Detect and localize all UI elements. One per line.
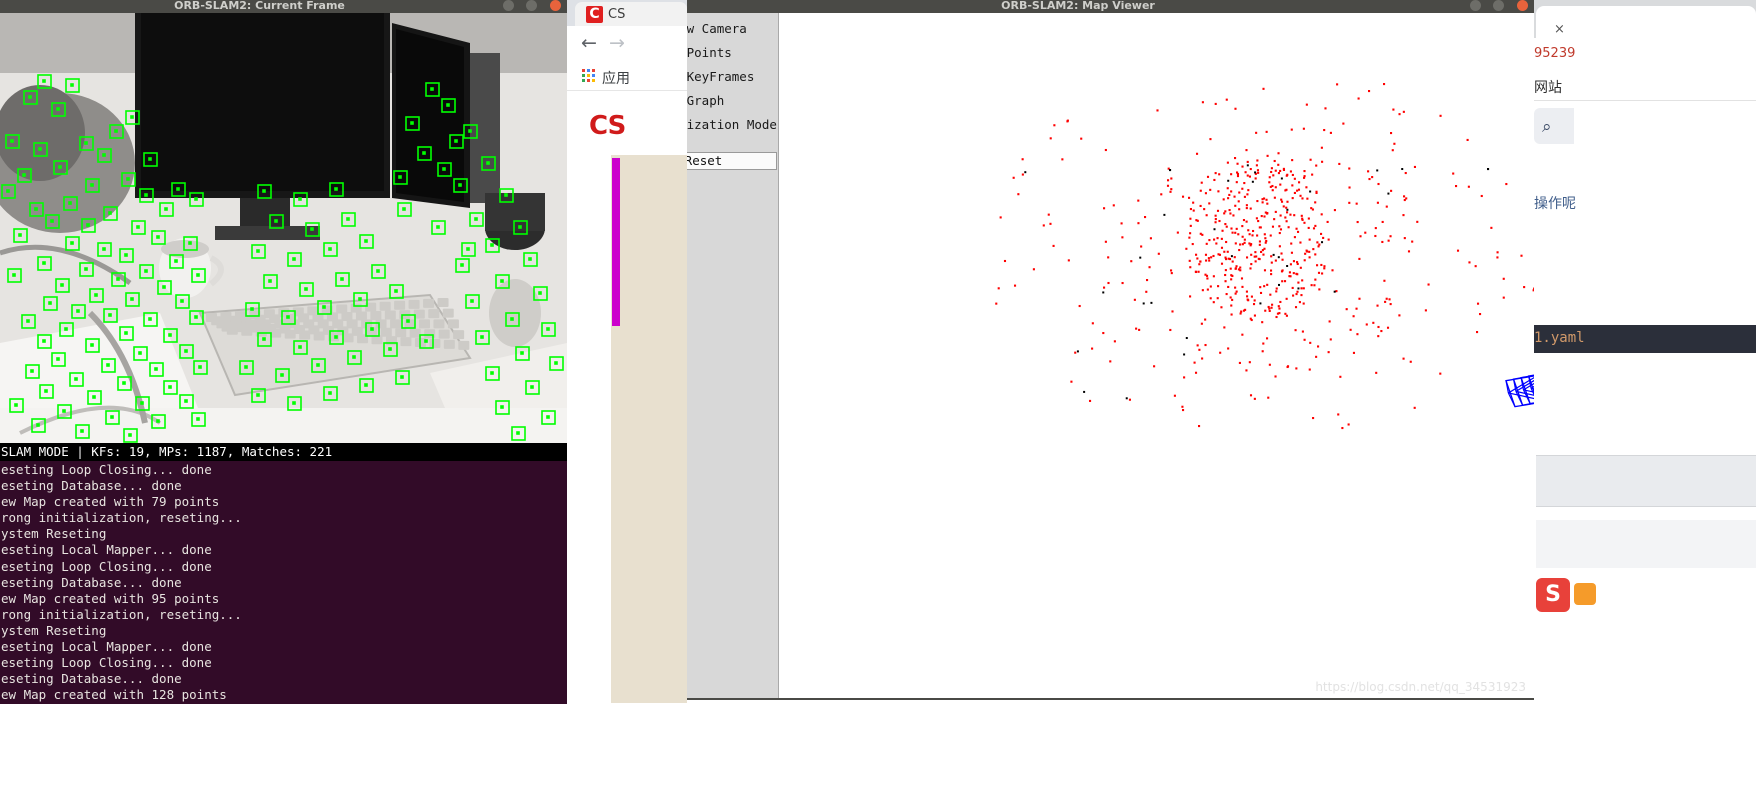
map-viewer-title: ORB-SLAM2: Map Viewer [1001, 0, 1155, 12]
search-icon[interactable]: ⌕ [1542, 117, 1552, 137]
bottom-desktop-strip [0, 704, 1530, 788]
csdn-brand-text: CS [589, 111, 626, 141]
right-browser-tab[interactable] [1536, 6, 1756, 38]
slam-status-bar: SLAM MODE | KFs: 19, MPs: 1187, Matches:… [0, 443, 567, 461]
url-text: 95239 [1534, 46, 1576, 61]
left-browser-window[interactable]: C CS ← → 应用 CS [567, 0, 687, 704]
terminal-line: ew Map created with 79 points [1, 494, 220, 510]
current-frame-image [0, 13, 567, 443]
terminal-line: eseting Database... done [1, 478, 182, 494]
sogou-badge-icon[interactable]: S [1536, 578, 1570, 612]
current-frame-title: ORB-SLAM2: Current Frame [174, 0, 345, 12]
terminal-line: eseting Loop Closing... done [1, 558, 212, 574]
orange-badge-icon[interactable] [1574, 583, 1596, 605]
close-icon[interactable] [550, 0, 561, 11]
csdn-logo-icon: C [586, 6, 603, 23]
current-frame-window-buttons[interactable] [500, 0, 561, 14]
search-box[interactable] [1534, 108, 1574, 144]
terminal-line: eseting Database... done [1, 574, 182, 590]
bookmark-item[interactable]: 网站 [1534, 77, 1562, 97]
desktop-background: × 95239 网站 ⌕ 操作呢 1.yaml S ORB-SLAM2: Map… [0, 0, 1756, 788]
terminal-line: eseting Loop Closing... done [1, 655, 212, 671]
content-strip-a [1536, 455, 1756, 507]
minimize-icon[interactable] [1469, 0, 1481, 11]
watermark-text: https://blog.csdn.net/qq_34531923 [1315, 680, 1526, 694]
close-icon[interactable] [1517, 0, 1528, 11]
terminal-line: rong initialization, reseting... [1, 606, 242, 622]
content-beige-panel [611, 155, 687, 703]
left-browser-tab-title: CS [608, 7, 626, 22]
content-magenta-bar [612, 158, 620, 326]
terminal-line: eseting Database... done [1, 671, 182, 687]
terminal-line: eseting Local Mapper... done [1, 639, 212, 655]
content-text: 操作呢 [1534, 196, 1576, 212]
code-text: 1.yaml [1534, 330, 1585, 346]
content-strip-b [1536, 520, 1756, 568]
terminal-line: eseting Local Mapper... done [1, 542, 212, 558]
right-browser-bookmarks [1530, 72, 1756, 101]
terminal-log[interactable]: eseting Loop Closing... done eseting Data… [0, 461, 567, 704]
terminal-line: ystem Reseting [1, 622, 107, 638]
apps-grid-icon[interactable] [582, 69, 596, 83]
map-3d-canvas[interactable]: https://blog.csdn.net/qq_34531923 [779, 13, 1534, 698]
current-frame-window[interactable]: ORB-SLAM2: Current Frame SLAM MODE | KFs… [0, 0, 567, 704]
map-viewer-window[interactable]: ORB-SLAM2: Map Viewer Follow Camera Show… [622, 0, 1534, 700]
maximize-icon[interactable] [1493, 0, 1505, 11]
apps-label[interactable]: 应用 [602, 68, 630, 88]
back-arrow-icon[interactable]: ← [581, 32, 597, 54]
map-point-cloud [995, 83, 1534, 430]
terminal-line: ew Map created with 95 points [1, 590, 220, 606]
close-icon[interactable]: × [1554, 22, 1565, 37]
terminal-line: ew Map created with 128 points [1, 687, 227, 703]
terminal-line: ystem Reseting [1, 526, 107, 542]
forward-arrow-icon[interactable]: → [609, 32, 625, 54]
frame-feature-overlay [0, 13, 567, 443]
maximize-icon[interactable] [526, 0, 538, 11]
right-browser-window[interactable]: × 95239 网站 ⌕ 操作呢 1.yaml S [1530, 0, 1756, 788]
map-viewer-window-buttons[interactable] [1467, 0, 1528, 14]
terminal-line: eseting Loop Closing... done [1, 462, 212, 477]
terminal-line: rong initialization, reseting... [1, 510, 242, 526]
minimize-icon[interactable] [502, 0, 514, 11]
